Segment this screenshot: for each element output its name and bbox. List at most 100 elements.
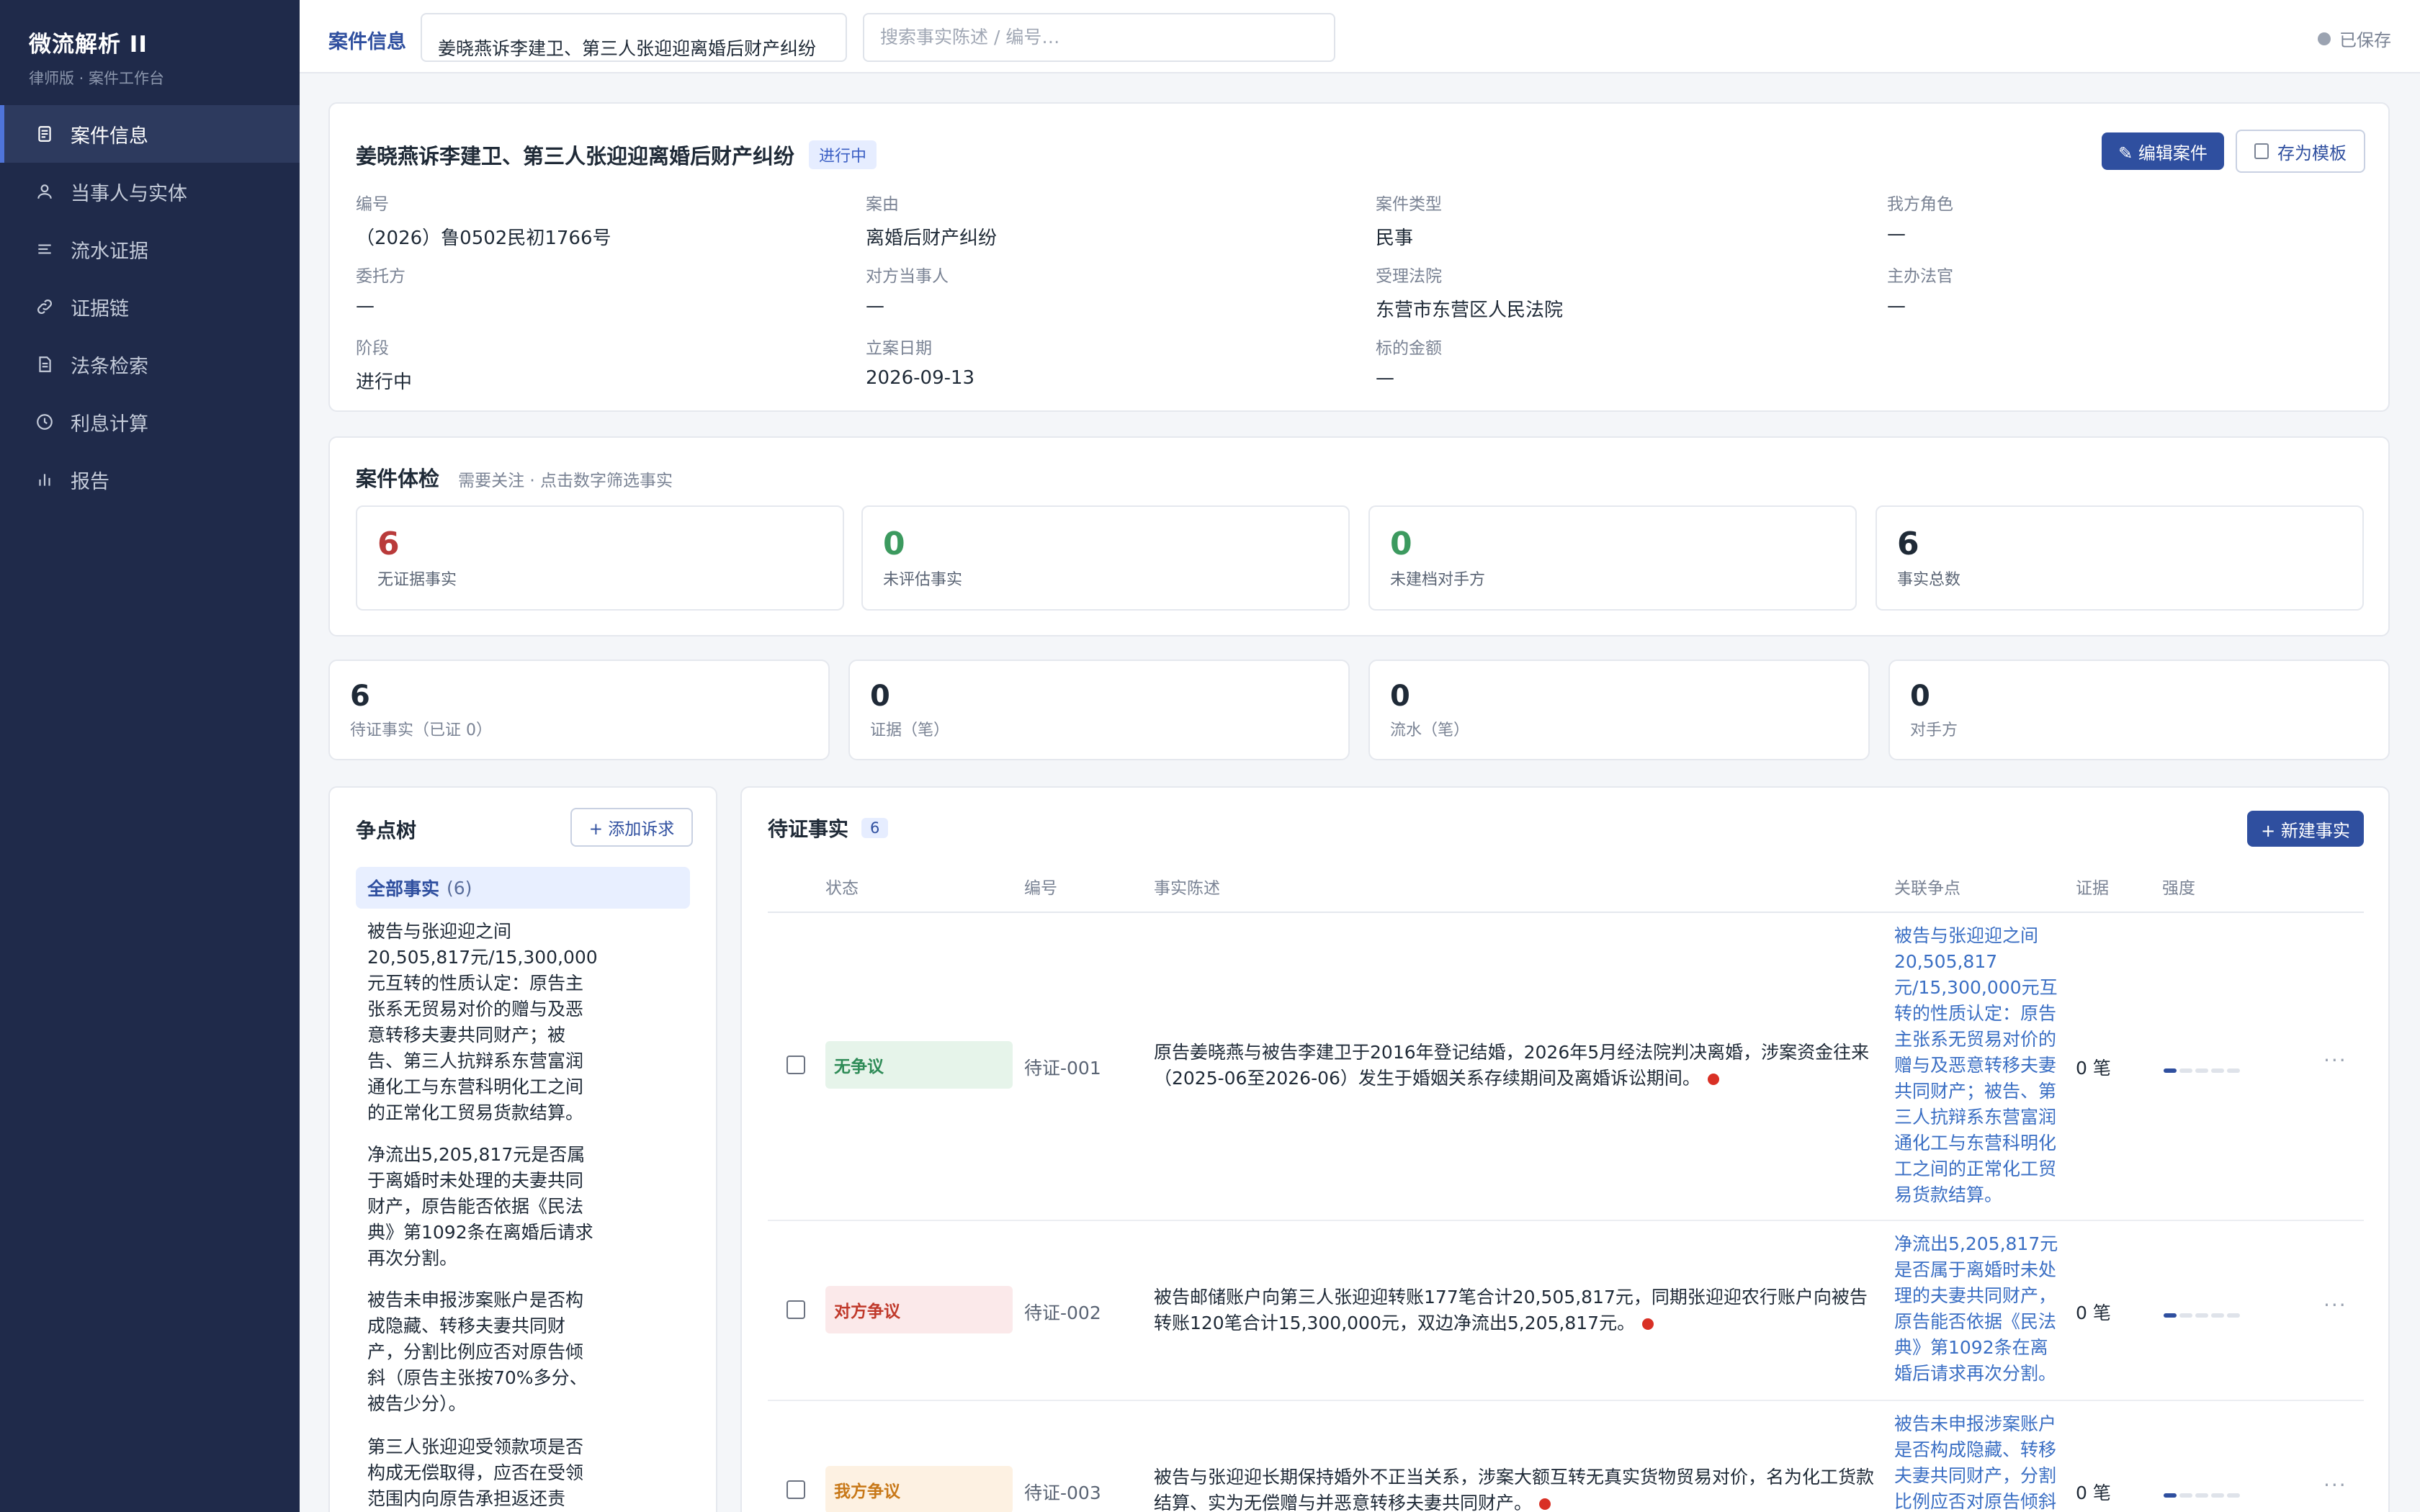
field-value: — — [866, 295, 884, 317]
linked-issue[interactable]: 被告未申报涉案账户是否构成隐藏、转移夫妻共同财产，分割比例应否对原告倾斜 — [1894, 1411, 2064, 1512]
fact-description-text: 被告邮储账户向第三人张迎迎转账177笔合计20,505,817元，同期张迎迎农行… — [1154, 1287, 1868, 1333]
field-case-type: 案件类型 民事 — [1376, 190, 1442, 250]
row-divider — [768, 1220, 2364, 1221]
column-header-desc[interactable]: 事实陈述 — [1154, 874, 1220, 899]
user-icon — [35, 181, 55, 202]
field-filing-date: 立案日期 2026-09-13 — [866, 334, 974, 389]
case-name-field[interactable]: 姜晓燕诉李建卫、第三人张迎迎离婚后财产纠纷 — [421, 13, 847, 62]
field-cause: 案由 离婚后财产纠纷 — [866, 190, 997, 250]
state-tag: 对方争议 — [825, 1286, 1013, 1333]
sidebar-item-label: 证据链 — [71, 297, 129, 320]
case-title-row: 姜晓燕诉李建卫、第三人张迎迎离婚后财产纠纷 进行中 — [356, 140, 877, 170]
edit-case-button[interactable]: ✎ 编辑案件 — [2102, 132, 2224, 170]
save-template-button[interactable]: 存为模板 — [2236, 130, 2365, 173]
facts-title-row: 待证事实 6 — [768, 814, 889, 842]
link-icon — [35, 297, 55, 317]
row-checkbox[interactable] — [786, 1300, 805, 1319]
facts-count-badge: 6 — [861, 818, 889, 838]
metric-unfiled-opponents[interactable]: 0 未建档对手方 — [1368, 505, 1857, 611]
issue-node[interactable]: 被告未申报涉案账户是否构成隐藏、转移夫妻共同财产，分割比例应否对原告倾斜（原告主… — [367, 1287, 598, 1417]
sidebar-item-parties[interactable]: 当事人与实体 — [0, 163, 300, 220]
metric-total-facts[interactable]: 6 事实总数 — [1876, 505, 2364, 611]
column-header-evidence[interactable]: 证据 — [2076, 874, 2109, 899]
column-header-code[interactable]: 编号 — [1024, 874, 1057, 899]
field-label: 委托方 — [356, 267, 405, 286]
sidebar-item-label: 法条检索 — [71, 355, 148, 378]
field-value: — — [1376, 367, 1394, 389]
stat-opponents: 0 对手方 — [1888, 660, 2390, 760]
metric-unassessed[interactable]: 0 未评估事实 — [861, 505, 1350, 611]
field-label: 编号 — [356, 195, 389, 214]
all-facts-count: (6) — [447, 877, 472, 899]
row-checkbox[interactable] — [786, 1056, 805, 1074]
row-checkbox[interactable] — [786, 1480, 805, 1499]
status-badge: 进行中 — [809, 140, 877, 169]
strength-meter — [2164, 1493, 2240, 1498]
sidebar-item-label: 案件信息 — [71, 125, 148, 148]
field-court: 受理法院 东营市东营区人民法院 — [1376, 262, 1563, 322]
issue-tree-title: 争点树 — [356, 819, 417, 842]
add-claim-button[interactable]: + 添加诉求 — [570, 808, 693, 847]
issue-tree-card: 争点树 + 添加诉求 全部事实 (6) 被告与张迎迎之间20,505,817元/… — [328, 786, 717, 1512]
sidebar-item-report[interactable]: 报告 — [0, 451, 300, 508]
sidebar-item-interest-calc[interactable]: 利息计算 — [0, 393, 300, 451]
new-fact-button[interactable]: + 新建事实 — [2247, 811, 2364, 847]
all-facts-label: 全部事实 — [367, 878, 440, 899]
sidebar-item-case-info[interactable]: 案件信息 — [0, 105, 300, 163]
field-value: 进行中 — [356, 372, 413, 393]
column-header-issue[interactable]: 关联争点 — [1894, 874, 1960, 899]
linked-issue[interactable]: 被告与张迎迎之间20,505,817元/15,300,000元互转的性质认定：原… — [1894, 923, 2064, 1210]
issue-node[interactable]: 被告与张迎迎之间20,505,817元/15,300,000元互转的性质认定：原… — [367, 919, 598, 1126]
sidebar-item-label: 流水证据 — [71, 240, 148, 263]
brand: 微流解析 II 律师版 · 案件工作台 — [0, 0, 300, 105]
case-health-card: 案件体检 需要关注 · 点击数字筛选事实 6 无证据事实 0 未评估事实 0 未… — [328, 436, 2390, 636]
more-icon[interactable]: ··· — [2323, 1473, 2347, 1497]
fact-description: 被告与张迎迎长期保持婚外不正当关系，涉案大额互转无真实货物贸易对价，名为化工货款… — [1154, 1464, 1874, 1512]
field-client: 委托方 — — [356, 262, 405, 317]
all-facts-filter[interactable]: 全部事实 (6) — [356, 867, 690, 909]
fact-description-text: 原告姜晓燕与被告李建卫于2016年登记结婚，2026年5月经法院判决离婚，涉案资… — [1154, 1042, 1870, 1089]
sidebar-item-law-search[interactable]: 法条检索 — [0, 336, 300, 393]
save-status: 已保存 — [2318, 26, 2391, 51]
field-our-role: 我方角色 — — [1887, 190, 1953, 245]
more-icon[interactable]: ··· — [2323, 1293, 2347, 1317]
facts-title: 待证事实 — [768, 817, 849, 841]
status-dot-icon — [2318, 32, 2331, 45]
fact-code: 待证-002 — [1024, 1302, 1101, 1323]
stat-pending-facts: 6 待证事实（已证 0） — [328, 660, 830, 760]
save-status-text: 已保存 — [2339, 30, 2391, 50]
stat-value: 6 — [350, 680, 370, 713]
field-judge: 主办法官 — — [1887, 262, 1953, 317]
table-header-divider — [768, 912, 2364, 913]
field-value: 离婚后财产纠纷 — [866, 228, 998, 249]
issue-node[interactable]: 净流出5,205,817元是否属于离婚时未处理的夫妻共同财产，原告能否依据《民法… — [367, 1142, 598, 1272]
field-value: 东营市东营区人民法院 — [1376, 300, 1564, 321]
tab-case-info[interactable]: 案件信息 — [328, 26, 406, 54]
issue-node[interactable]: 第三人张迎迎受领款项是否构成无偿取得，应否在受领范围内向原告承担返还责任。 — [367, 1434, 598, 1512]
field-case-number: 编号 （2026）鲁0502民初1766号 — [356, 190, 611, 250]
field-value: （2026）鲁0502民初1766号 — [356, 228, 611, 249]
stat-label: 流水（笔） — [1390, 721, 1470, 739]
evidence-count: 0 笔 — [2076, 1482, 2111, 1503]
metric-value: 0 — [1390, 526, 1412, 562]
metric-label: 未建档对手方 — [1390, 571, 1486, 589]
linked-issue[interactable]: 净流出5,205,817元是否属于离婚时未处理的夫妻共同财产，原告能否依据《民法… — [1894, 1231, 2064, 1390]
metric-no-evidence[interactable]: 6 无证据事实 — [356, 505, 844, 611]
health-title-row: 案件体检 需要关注 · 点击数字筛选事实 — [356, 462, 673, 492]
sidebar-item-evidence-chain[interactable]: 证据链 — [0, 278, 300, 336]
field-label: 案由 — [866, 195, 899, 214]
column-header-strength[interactable]: 强度 — [2162, 874, 2195, 899]
search-input[interactable]: 搜索事实陈述 / 编号… — [863, 13, 1335, 62]
stat-value: 0 — [870, 680, 890, 713]
sidebar-item-flow-evidence[interactable]: 流水证据 — [0, 220, 300, 278]
case-info-card: 姜晓燕诉李建卫、第三人张迎迎离婚后财产纠纷 进行中 ✎ 编辑案件 存为模板 编号… — [328, 102, 2390, 412]
evidence-count: 0 笔 — [2076, 1058, 2111, 1079]
field-value: 2026-09-13 — [866, 367, 975, 389]
more-icon[interactable]: ··· — [2323, 1048, 2347, 1072]
evidence-count: 0 笔 — [2076, 1302, 2111, 1323]
stat-value: 0 — [1910, 680, 1930, 713]
column-header-state[interactable]: 状态 — [825, 874, 859, 899]
pending-facts-card: 待证事实 6 + 新建事实 状态 编号 事实陈述 关联争点 证据 强度 无争议 … — [740, 786, 2390, 1512]
clock-icon — [35, 412, 55, 432]
row-divider — [768, 1400, 2364, 1401]
